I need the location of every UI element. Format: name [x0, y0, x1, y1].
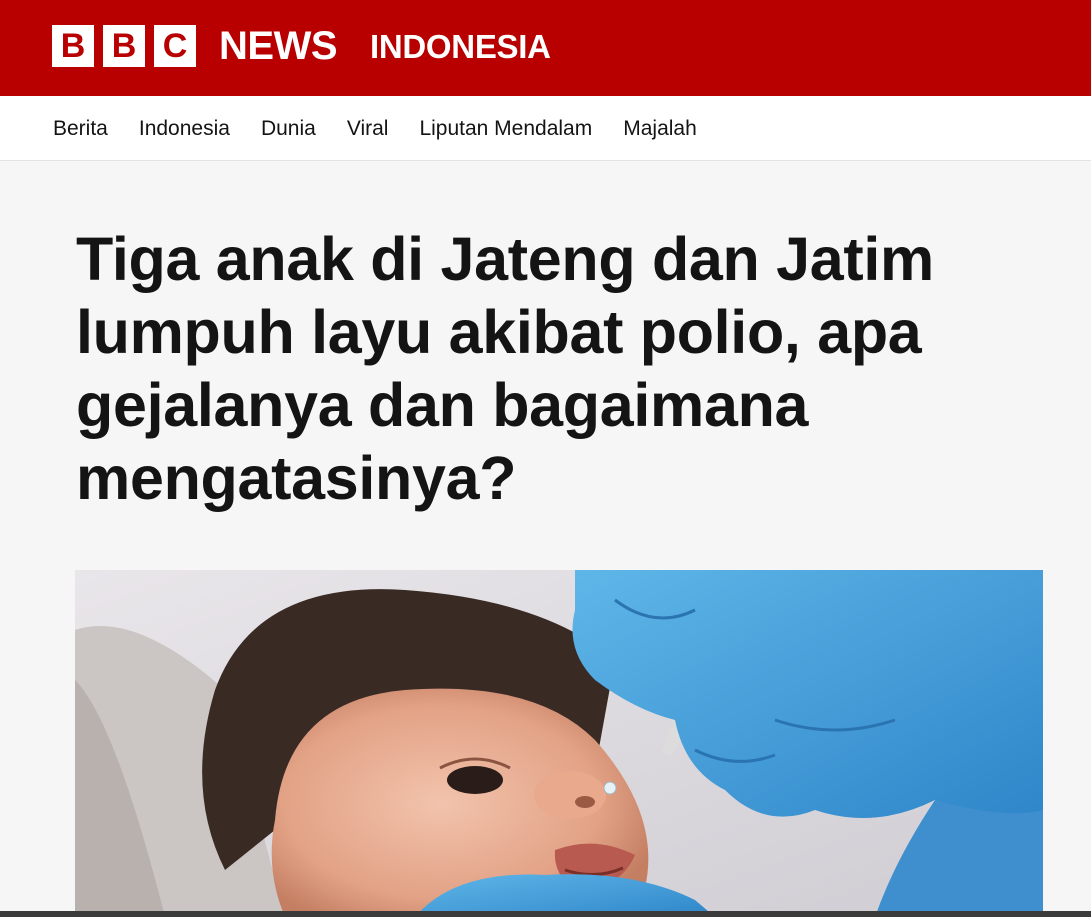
- brand-service-name[interactable]: INDONESIA: [370, 28, 551, 66]
- bbc-logo-block-c: C: [154, 25, 196, 67]
- brand-news-wordmark[interactable]: NEWS: [219, 24, 338, 68]
- bbc-logo-block-b1: B: [52, 25, 94, 67]
- masthead: B B C NEWS INDONESIA: [0, 0, 1091, 96]
- hero-photo-illustration: [75, 570, 1043, 917]
- hero-image: [75, 570, 1043, 917]
- nav-item-liputan-mendalam[interactable]: Liputan Mendalam: [419, 117, 592, 141]
- nav-item-berita[interactable]: Berita: [53, 117, 108, 141]
- nav-list: Berita Indonesia Dunia Viral Liputan Men…: [53, 96, 728, 161]
- bbc-logo[interactable]: B B C: [52, 25, 196, 67]
- article-headline: Tiga anak di Jateng dan Jatim lumpuh lay…: [76, 225, 934, 512]
- nav-item-majalah[interactable]: Majalah: [623, 117, 697, 141]
- nav-item-indonesia[interactable]: Indonesia: [139, 117, 230, 141]
- nav-item-viral[interactable]: Viral: [347, 117, 389, 141]
- main-navigation: Berita Indonesia Dunia Viral Liputan Men…: [0, 96, 1091, 161]
- horizontal-scrollbar[interactable]: [0, 911, 1091, 917]
- bbc-logo-block-b2: B: [103, 25, 145, 67]
- nav-item-dunia[interactable]: Dunia: [261, 117, 316, 141]
